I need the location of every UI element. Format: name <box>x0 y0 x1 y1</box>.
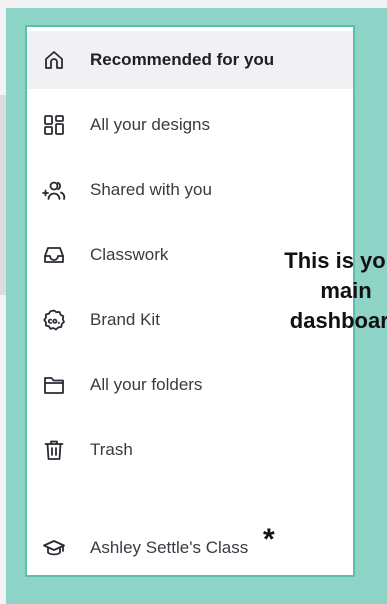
grid-icon <box>41 112 67 138</box>
brand-kit-icon: co. <box>41 307 67 333</box>
sidebar-item-label: Shared with you <box>90 180 212 199</box>
sidebar-item-shared[interactable]: Shared with you <box>27 161 353 219</box>
folder-icon <box>41 372 67 398</box>
shared-users-icon <box>41 177 67 203</box>
sidebar-item-trash[interactable]: Trash <box>27 421 353 479</box>
home-icon <box>41 47 67 73</box>
graduation-cap-icon <box>41 535 67 561</box>
inbox-tray-icon <box>41 242 67 268</box>
sidebar-item-recommended[interactable]: Recommended for you <box>27 31 353 89</box>
annotation-asterisk: * <box>263 523 275 556</box>
sidebar-item-label: Recommended for you <box>90 50 275 69</box>
sidebar-item-all-designs[interactable]: All your designs <box>27 96 353 154</box>
sidebar-item-label: All your designs <box>90 115 211 134</box>
trash-icon <box>41 437 67 463</box>
svg-text:co.: co. <box>48 317 61 326</box>
screenshot-stage: Recommended for you All your designs Sha… <box>0 0 387 604</box>
sidebar-item-label: Classwork <box>90 245 169 264</box>
sidebar-item-label: Trash <box>90 440 133 459</box>
sidebar-item-label: Brand Kit <box>90 310 160 329</box>
sidebar-item-class[interactable]: Ashley Settle's Class <box>27 519 353 577</box>
sidebar-item-label: Ashley Settle's Class <box>90 538 249 557</box>
sidebar-item-label: All your folders <box>90 375 203 394</box>
sidebar-item-folders[interactable]: All your folders <box>27 356 353 414</box>
dashboard-callout: This is your main dashboard <box>284 248 387 333</box>
